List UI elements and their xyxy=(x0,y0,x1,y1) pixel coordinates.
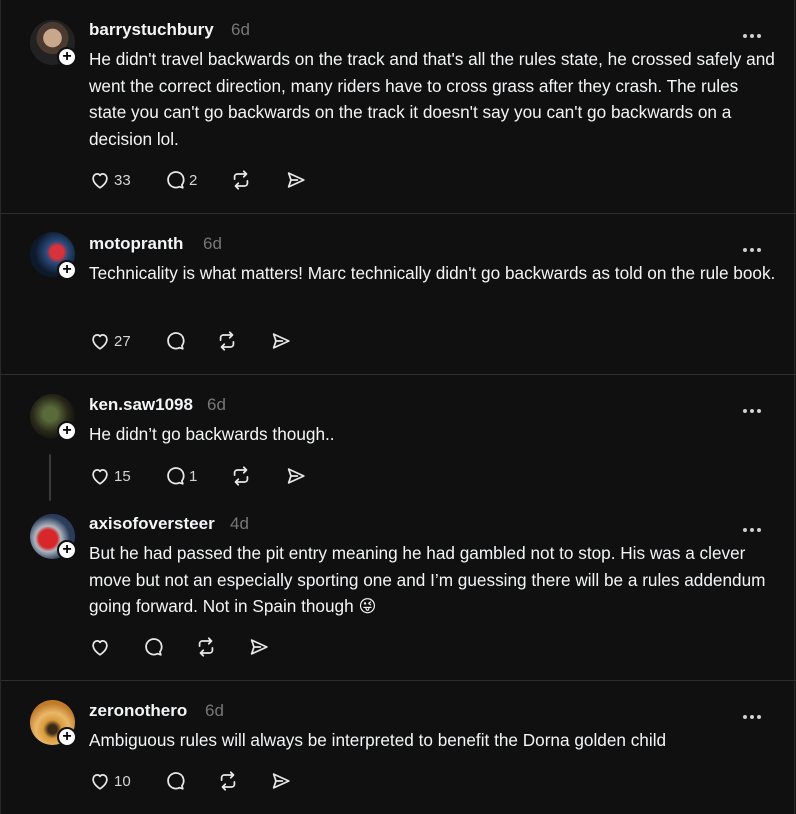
repost-icon xyxy=(220,771,236,791)
heart-icon xyxy=(92,468,108,485)
post-zeronothero: + zeronothero 6d Ambiguous rules will al… xyxy=(1,681,796,814)
post-text: But he had passed the pit entry meaning … xyxy=(89,543,766,616)
heart-icon xyxy=(92,639,108,656)
timestamp[interactable]: 4d xyxy=(230,514,249,534)
timestamp[interactable]: 6d xyxy=(203,234,222,254)
follow-plus-icon[interactable]: + xyxy=(57,421,77,441)
reply-count: 2 xyxy=(189,171,198,189)
like-count: 27 xyxy=(114,332,131,350)
send-icon xyxy=(272,773,290,789)
like-button[interactable]: 33 xyxy=(89,169,131,191)
post-text: Technicality is what matters! Marc techn… xyxy=(89,263,776,283)
share-button[interactable] xyxy=(285,465,307,487)
more-options-icon[interactable] xyxy=(743,402,764,413)
post-text: He didn’t go backwards though.. xyxy=(89,424,335,444)
like-count: 15 xyxy=(114,467,131,485)
heart-icon xyxy=(92,333,108,350)
like-button[interactable]: 27 xyxy=(89,330,131,352)
post-text: He didn't travel backwards on the track … xyxy=(89,49,775,149)
heart-icon xyxy=(92,172,108,189)
reply-button[interactable]: 1 xyxy=(164,465,197,487)
reply-button[interactable] xyxy=(142,636,164,658)
timestamp[interactable]: 6d xyxy=(207,395,226,415)
share-button[interactable] xyxy=(285,169,307,191)
follow-plus-icon[interactable]: + xyxy=(57,540,77,560)
heart-icon xyxy=(92,773,108,790)
reply-button[interactable]: 2 xyxy=(164,169,197,191)
send-icon xyxy=(250,639,268,655)
post-barrystuchbury: + barrystuchbury 6d He didn't travel bac… xyxy=(1,0,796,213)
share-button[interactable] xyxy=(248,636,270,658)
comment-icon xyxy=(167,467,185,485)
send-icon xyxy=(287,172,305,188)
repost-button[interactable] xyxy=(230,465,252,487)
username[interactable]: zeronothero xyxy=(89,701,187,721)
comment-icon xyxy=(167,332,185,350)
repost-icon xyxy=(233,466,249,486)
share-button[interactable] xyxy=(270,330,292,352)
comment-icon xyxy=(167,772,185,790)
repost-button[interactable] xyxy=(216,330,238,352)
post-axisofoversteer: + axisofoversteer 4d But he had passed t… xyxy=(1,500,796,680)
post-motopranth: + motopranth 6d Technicality is what mat… xyxy=(1,214,796,374)
repost-button[interactable] xyxy=(195,636,217,658)
like-button[interactable] xyxy=(89,636,111,658)
repost-icon xyxy=(233,170,249,190)
repost-icon xyxy=(219,331,235,351)
share-button[interactable] xyxy=(270,770,292,792)
more-options-icon[interactable] xyxy=(743,27,764,38)
repost-icon xyxy=(198,637,214,657)
timestamp[interactable]: 6d xyxy=(231,20,250,40)
like-count: 33 xyxy=(114,171,131,189)
reply-button[interactable] xyxy=(164,330,189,352)
more-options-icon[interactable] xyxy=(743,708,764,719)
send-icon xyxy=(287,468,305,484)
repost-button[interactable] xyxy=(230,169,252,191)
username[interactable]: motopranth xyxy=(89,234,183,254)
like-count: 10 xyxy=(114,772,131,790)
send-icon xyxy=(272,333,290,349)
timestamp[interactable]: 6d xyxy=(205,701,224,721)
thread-line xyxy=(49,454,51,501)
more-options-icon[interactable] xyxy=(743,241,764,252)
follow-plus-icon[interactable]: + xyxy=(57,47,77,67)
repost-button[interactable] xyxy=(217,770,239,792)
reply-count: 1 xyxy=(189,467,198,485)
follow-plus-icon[interactable]: + xyxy=(57,727,77,747)
like-button[interactable]: 15 xyxy=(89,465,131,487)
post-text: Ambiguous rules will always be interpret… xyxy=(89,730,667,750)
username[interactable]: axisofoversteer xyxy=(89,514,215,534)
reply-button[interactable] xyxy=(164,770,186,792)
more-options-icon[interactable] xyxy=(743,521,764,532)
follow-plus-icon[interactable]: + xyxy=(57,260,77,280)
replies-feed: + barrystuchbury 6d He didn't travel bac… xyxy=(0,0,796,814)
post-ken-saw1098: + ken.saw1098 6d He didn’t go backwards … xyxy=(1,375,796,501)
like-button[interactable]: 10 xyxy=(89,770,131,792)
comment-icon xyxy=(145,638,163,656)
username[interactable]: barrystuchbury xyxy=(89,20,214,40)
username[interactable]: ken.saw1098 xyxy=(89,395,193,415)
comment-icon xyxy=(167,171,185,189)
